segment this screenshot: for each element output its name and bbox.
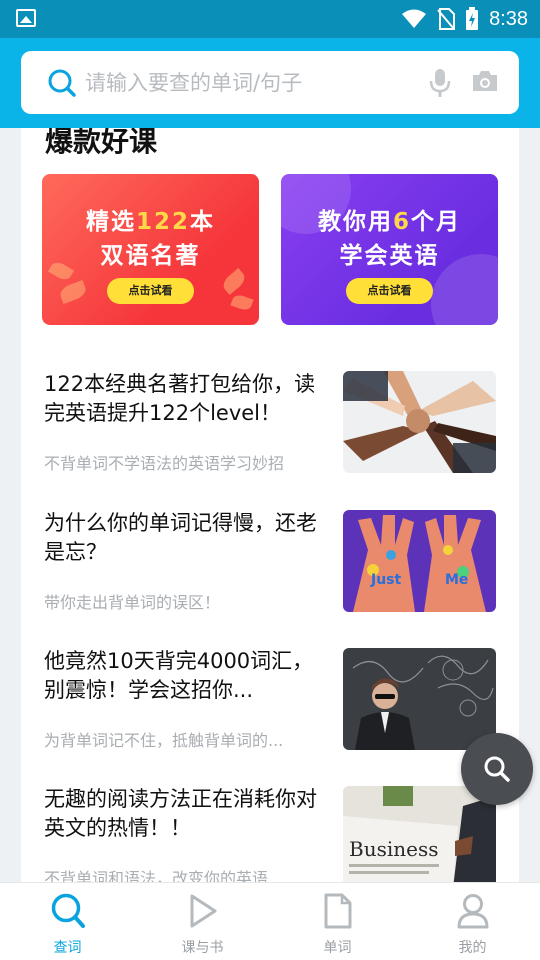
article-subtitle: 不背单词和语法，改变你的英语...	[44, 869, 284, 882]
decor-leaf	[219, 268, 249, 295]
article-subtitle: 不背单词不学语法的英语学习妙招	[44, 454, 285, 473]
try-watch-button[interactable]: 点击试看	[107, 278, 194, 304]
hands-word-me: Me	[445, 572, 468, 588]
decor-leaf	[230, 292, 254, 313]
no-sim-icon	[437, 8, 456, 30]
camera-icon[interactable]	[471, 69, 499, 93]
section-title: 爆款好课	[45, 128, 158, 158]
play-icon	[190, 894, 216, 928]
course-title-line1: 精选122本	[85, 209, 215, 235]
search-input[interactable]	[85, 61, 405, 105]
battery-charging-icon	[466, 7, 479, 30]
floating-search-button[interactable]	[461, 733, 533, 805]
tab-label: 单词	[323, 940, 352, 956]
article-item[interactable]: 为什么你的单词记得慢，还老是忘？ 带你走出背单词的误区！ Just Me	[21, 509, 519, 629]
user-icon	[457, 894, 488, 929]
course-title-line2: 双语名著	[100, 243, 201, 269]
article-item[interactable]: 他竟然10天背完4000词汇，别震惊！学会这招你... 为背单词记不住，抵触背单…	[21, 647, 519, 767]
article-item[interactable]: 122本经典名著打包给你，读完英语提升122个level！ 不背单词不学语法的英…	[21, 370, 519, 490]
course-title-line2: 学会英语	[339, 243, 440, 269]
tab-words[interactable]: 单词	[270, 883, 405, 960]
newspaper-headline: Business	[349, 837, 438, 861]
microphone-icon[interactable]	[429, 68, 451, 98]
search-icon	[48, 69, 76, 97]
search-header	[0, 38, 540, 128]
course-card-classics[interactable]: 精选122本 双语名著 点击试看	[42, 174, 259, 325]
document-icon	[324, 893, 351, 929]
article-title: 他竟然10天背完4000词汇，别震惊！学会这招你...	[44, 649, 314, 702]
tab-label: 我的	[458, 940, 487, 956]
status-time: 8:38	[489, 7, 528, 30]
search-icon	[484, 756, 510, 782]
course-title-line1: 教你用6个月	[317, 209, 461, 235]
tab-me[interactable]: 我的	[405, 883, 540, 960]
article-subtitle: 为背单词记不住，抵触背单词的...	[44, 731, 284, 750]
article-subtitle: 带你走出背单词的误区！	[44, 593, 221, 612]
tab-lookup[interactable]: 查词	[0, 883, 135, 960]
article-title: 122本经典名著打包给你，读完英语提升122个level！	[44, 372, 316, 425]
status-bar: 8:38	[0, 0, 540, 38]
content-card: 爆款好课 精选122本 双语名著 点击试看 教你用6个月 学会英语 点击试看 1…	[21, 128, 519, 882]
tab-courses-books[interactable]: 课与书	[135, 883, 270, 960]
tab-label: 课与书	[181, 940, 224, 956]
gallery-icon	[16, 9, 36, 27]
hands-word-just: Just	[370, 572, 402, 588]
article-item[interactable]: 无趣的阅读方法正在消耗你对英文的热情！！ 不背单词和语法，改变你的英语... B…	[21, 785, 519, 882]
article-thumbnail-thinking-man	[343, 648, 496, 750]
article-thumbnail-newspaper: Business	[343, 786, 496, 882]
bottom-nav: 查词 课与书 单词 我的	[0, 882, 540, 960]
article-title: 为什么你的单词记得慢，还老是忘？	[44, 511, 317, 564]
status-icons: 8:38	[401, 0, 528, 38]
article-thumbnail-hands-together	[343, 371, 496, 473]
tab-label: 查词	[53, 940, 82, 956]
article-thumbnail-painted-hands: Just Me	[343, 510, 496, 612]
try-watch-button[interactable]: 点击试看	[346, 278, 433, 304]
decor-leaf	[58, 280, 88, 304]
search-icon	[51, 893, 85, 928]
article-title: 无趣的阅读方法正在消耗你对英文的热情！！	[44, 787, 317, 840]
search-box[interactable]	[21, 51, 519, 114]
wifi-icon	[402, 9, 427, 28]
course-card-6-months[interactable]: 教你用6个月 学会英语 点击试看	[281, 174, 498, 325]
